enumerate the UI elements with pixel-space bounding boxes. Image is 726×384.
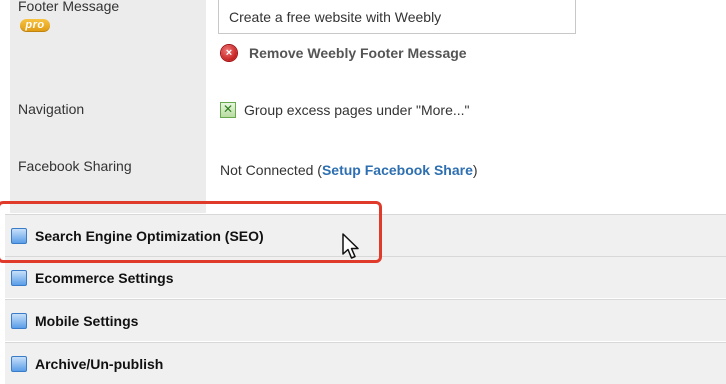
section-folder-icon [11, 227, 27, 244]
footer-message-input[interactable] [218, 0, 576, 34]
section-folder-icon [11, 269, 27, 286]
section-title: Archive/Un-publish [35, 355, 164, 372]
section-title: Mobile Settings [35, 312, 139, 329]
navigation-label: Navigation [10, 88, 206, 150]
group-pages-label: Group excess pages under "More..." [244, 102, 470, 118]
facebook-sharing-label: Facebook Sharing [10, 150, 206, 213]
section-ecommerce[interactable]: Ecommerce Settings [5, 256, 726, 298]
facebook-status-prefix: Not Connected ( [220, 162, 322, 178]
section-title: Search Engine Optimization (SEO) [35, 227, 264, 244]
facebook-sharing-row: Facebook Sharing Not Connected (Setup Fa… [0, 150, 726, 213]
section-title: Ecommerce Settings [35, 269, 174, 286]
footer-message-row: Footer Message pro × Remove Weebly Foote… [0, 0, 726, 88]
remove-footer-message-label: Remove Weebly Footer Message [249, 45, 467, 61]
group-pages-option[interactable]: ✕ Group excess pages under "More..." [220, 102, 470, 118]
section-folder-icon [11, 355, 27, 372]
site-settings-panel: Footer Message pro × Remove Weebly Foote… [0, 0, 726, 213]
mouse-pointer-icon [342, 233, 359, 259]
section-seo[interactable]: Search Engine Optimization (SEO) [5, 214, 726, 256]
pro-badge: pro [20, 19, 50, 32]
checkbox-checked-icon[interactable]: ✕ [220, 102, 236, 118]
navigation-row: Navigation ✕ Group excess pages under "M… [0, 88, 726, 150]
footer-message-label: Footer Message [18, 0, 120, 14]
facebook-status: Not Connected (Setup Facebook Share) [220, 162, 478, 178]
section-archive[interactable]: Archive/Un-publish [5, 342, 726, 384]
facebook-status-suffix: ) [472, 162, 478, 178]
setup-facebook-share-link[interactable]: Setup Facebook Share [322, 162, 473, 178]
section-folder-icon [11, 312, 27, 329]
section-mobile[interactable]: Mobile Settings [5, 299, 726, 341]
remove-footer-message-button[interactable]: × Remove Weebly Footer Message [221, 43, 467, 63]
footer-message-label-cell: Footer Message pro [10, 0, 206, 88]
remove-circle-icon: × [221, 45, 237, 61]
